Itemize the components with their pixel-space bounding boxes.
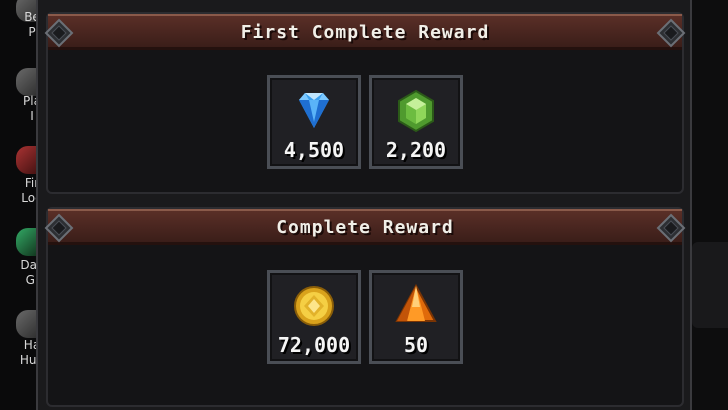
reward-slot[interactable]: 4,500 — [267, 75, 361, 169]
side-menu-item-3[interactable]: Fir Log — [0, 146, 43, 216]
reward-list: 72,000 50 — [48, 270, 682, 364]
complete-reward-section: Complete Reward 72,000 50 — [44, 207, 686, 407]
orange-crystal-icon — [395, 283, 437, 322]
game-screen: Be P Pla I Fir Log Dail Gi Ha Hun First … — [0, 0, 728, 410]
side-menu-item-4[interactable]: Dail Gi — [0, 228, 44, 298]
diamond-ornament-icon — [656, 213, 686, 243]
reward-amount: 2,200 — [385, 138, 447, 162]
diamond-ornament-icon — [656, 18, 686, 48]
scroll-handle[interactable] — [692, 242, 728, 328]
reward-slot[interactable]: 72,000 — [267, 270, 361, 364]
reward-panel: First Complete Reward 4,500 2,200 Comple… — [36, 0, 692, 410]
right-edge — [692, 0, 728, 410]
side-menu-item-5[interactable]: Ha Hun — [0, 310, 44, 380]
side-menu-item-2[interactable]: Pla I — [0, 68, 41, 138]
reward-slot[interactable]: 2,200 — [369, 75, 463, 169]
section-title: Complete Reward — [276, 217, 454, 238]
side-menu: Be P Pla I Fir Log Dail Gi Ha Hun — [0, 0, 44, 410]
reward-amount: 72,000 — [277, 333, 351, 357]
reward-amount: 50 — [403, 333, 429, 357]
first-complete-reward-section: First Complete Reward 4,500 2,200 — [44, 12, 686, 194]
side-menu-item-1[interactable]: Be P — [0, 0, 40, 64]
reward-list: 4,500 2,200 — [48, 75, 682, 169]
green-gem-icon — [398, 89, 434, 133]
section-banner: First Complete Reward — [44, 14, 686, 50]
gold-coin-icon — [294, 286, 334, 326]
blue-diamond-icon — [299, 93, 329, 128]
section-banner: Complete Reward — [44, 209, 686, 245]
reward-slot[interactable]: 50 — [369, 270, 463, 364]
reward-amount: 4,500 — [283, 138, 345, 162]
section-title: First Complete Reward — [240, 22, 490, 43]
